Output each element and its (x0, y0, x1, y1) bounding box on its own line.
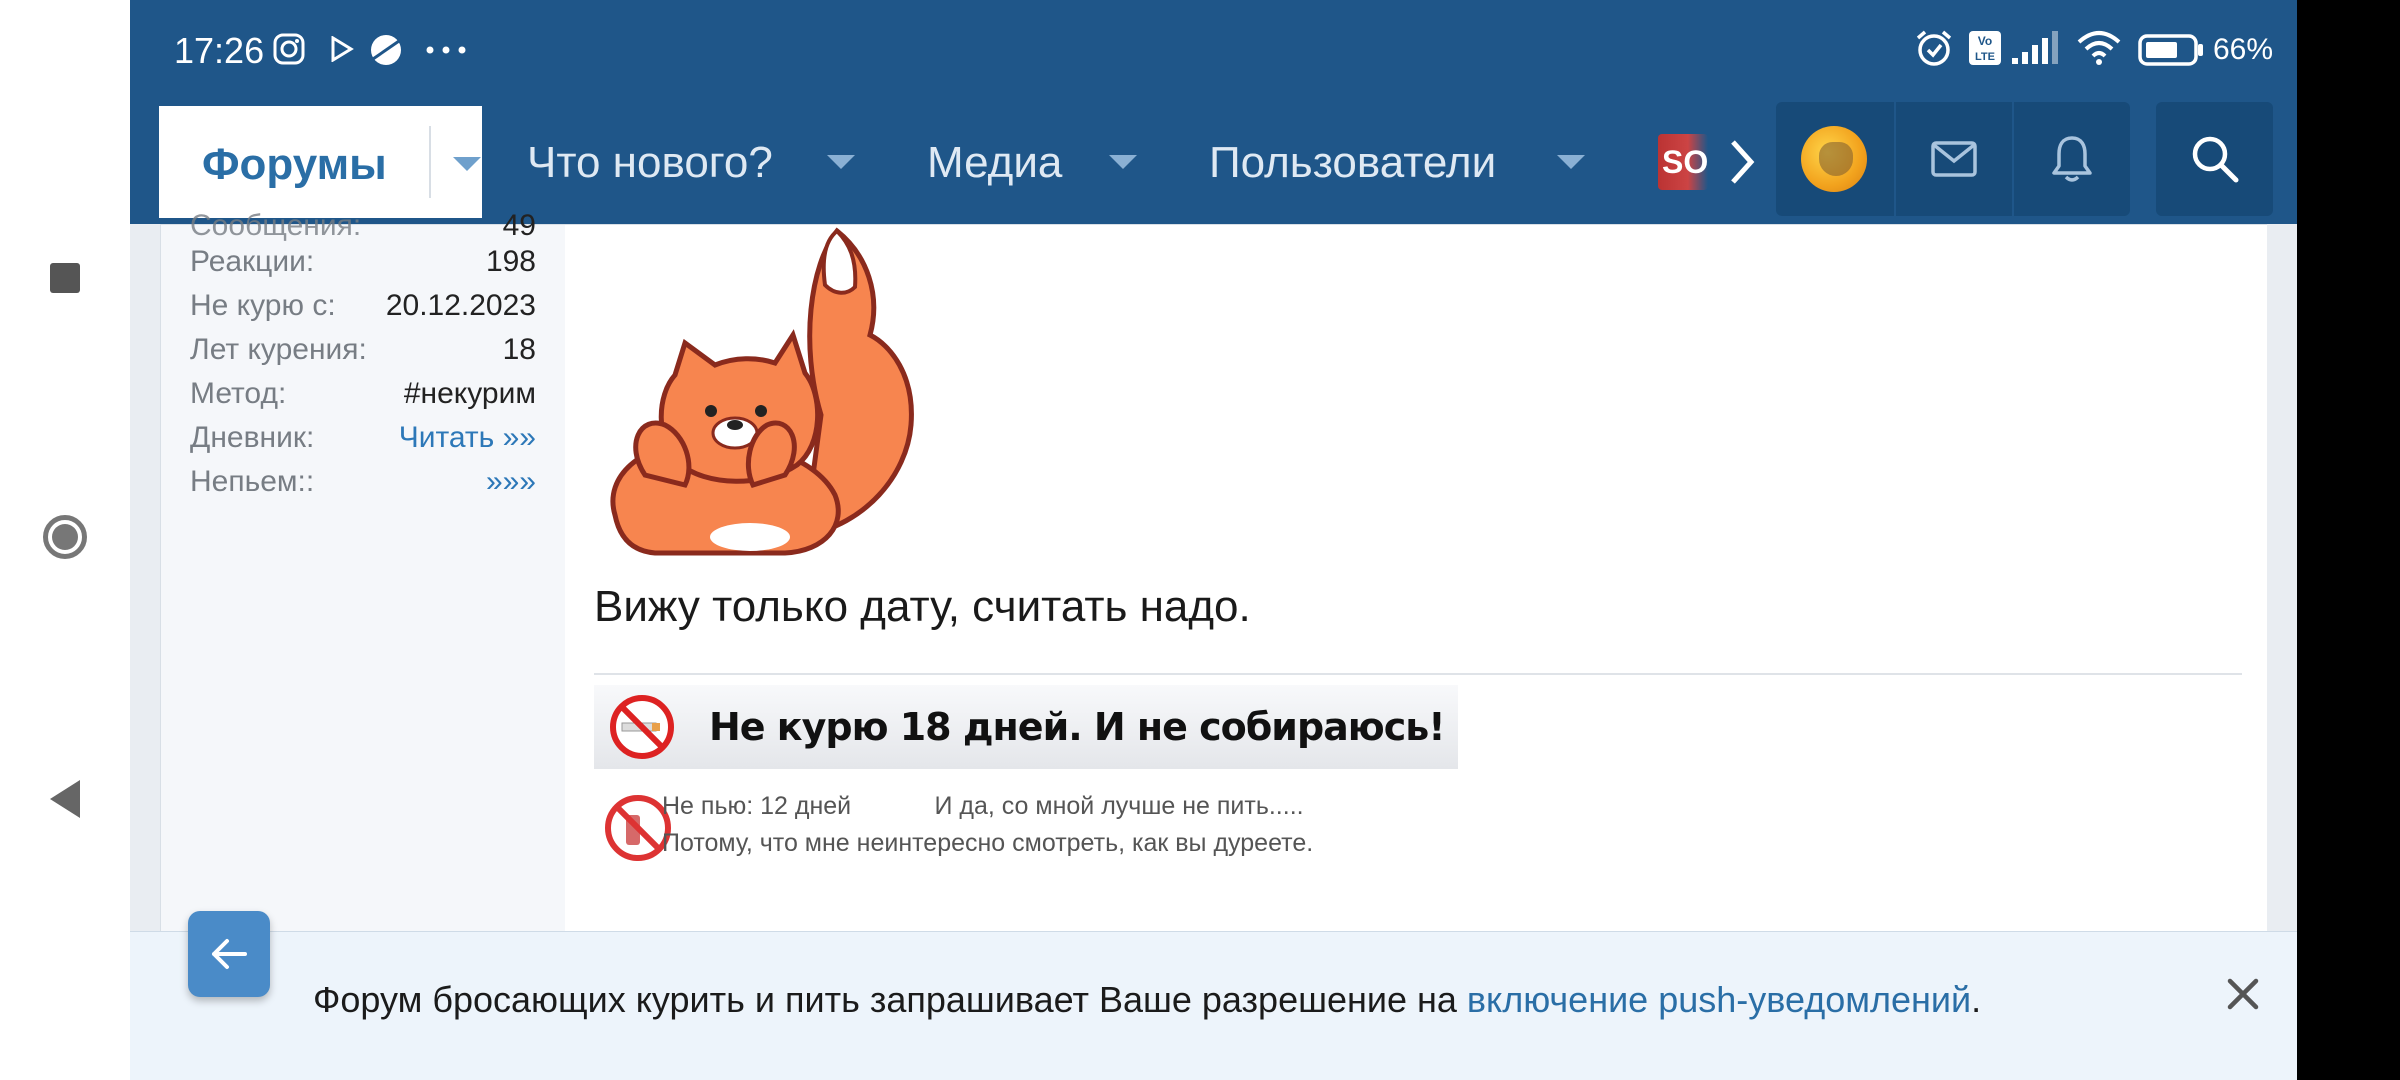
search-icon (2192, 136, 2238, 183)
tab-forums[interactable]: Форумы (159, 106, 482, 218)
close-icon[interactable] (2226, 977, 2260, 1011)
nodrink-link[interactable]: »»» (486, 465, 536, 499)
search-button[interactable] (2156, 102, 2273, 216)
forum-navigation: Форумы Что нового? Медиа Пользователи SO (130, 100, 2297, 224)
chevron-down-icon[interactable] (827, 155, 855, 169)
wifi-icon (2077, 31, 2121, 65)
cat-sticker-image (610, 227, 914, 556)
banner-text: Не курю 18 дней. И не собираюсь! (709, 705, 1446, 749)
tab-partial-so[interactable]: SO (1658, 134, 1708, 190)
tab-users[interactable]: Пользователи (1209, 138, 1496, 188)
tab-media[interactable]: Медиа (927, 138, 1062, 188)
mail-icon (1931, 141, 1977, 177)
bell-icon (2052, 136, 2092, 182)
alerts-button[interactable] (2014, 102, 2130, 216)
post-text: Вижу только дату, считать надо. (594, 582, 1251, 631)
diary-link[interactable]: Читать »» (399, 421, 536, 455)
info-row: Лет курения: 18 (190, 333, 536, 366)
browser-screen: 17:26 Vo LTE 66% Форумы Что нового? Меди… (130, 0, 2297, 1080)
info-row: Реакции: 198 (190, 245, 536, 278)
inbox-button[interactable] (1896, 102, 2012, 216)
planet-icon (371, 35, 401, 65)
chevron-down-icon[interactable] (453, 157, 481, 171)
user-controls (1776, 102, 2130, 216)
chevron-down-icon[interactable] (1109, 155, 1137, 169)
recent-apps-icon[interactable] (50, 263, 80, 293)
instagram-icon (273, 33, 305, 65)
svg-text:Vo: Vo (1978, 34, 1992, 48)
android-nav-bar (0, 0, 130, 1080)
screen-edge (2297, 0, 2400, 1080)
back-button[interactable] (188, 911, 270, 997)
battery-percent: 66% (2212, 33, 2273, 66)
info-row: Не курю с: 20.12.2023 (190, 289, 536, 322)
push-notice-text: Форум бросающих курить и пить запрашивае… (313, 979, 1982, 1020)
signature-divider (594, 673, 2242, 675)
info-row-diary: Дневник: Читать »» (190, 421, 536, 455)
signature-line: Потому, что мне неинтересно смотреть, ка… (662, 829, 1314, 857)
enable-push-link[interactable]: включение push-уведомлений (1467, 979, 1971, 1020)
avatar (1801, 126, 1867, 192)
info-row-nodrink: Непьем:: »»» (190, 465, 536, 499)
tab-whats-new[interactable]: Что нового? (527, 138, 773, 188)
alarm-icon (1916, 30, 1952, 66)
more-dots-icon (426, 46, 466, 54)
tab-forums-label: Форумы (202, 140, 387, 189)
clock: 17:26 (174, 30, 265, 71)
info-row: Метод: #некурим (190, 377, 536, 410)
no-smoking-banner: Не курю 18 дней. И не собираюсь! (594, 685, 1458, 769)
signature-line: Не пью: 12 дней И да, со мной лучше не п… (662, 792, 1304, 820)
tab-divider (429, 126, 431, 198)
back-icon[interactable] (50, 780, 80, 818)
svg-text:LTE: LTE (1975, 51, 1995, 63)
info-row-messages-partial: Сообщения: 49 (190, 209, 536, 242)
signal-icon (2012, 31, 2058, 64)
status-bar: 17:26 Vo LTE 66% (130, 0, 2297, 100)
chevron-down-icon[interactable] (1557, 155, 1585, 169)
no-smoking-icon (610, 695, 674, 759)
push-notification-bar: Форум бросающих курить и пить запрашивае… (130, 931, 2297, 1080)
account-button[interactable] (1776, 102, 1892, 216)
home-icon[interactable] (43, 515, 87, 559)
battery-icon (2138, 34, 2203, 66)
play-store-icon (331, 36, 354, 62)
arrow-left-icon (212, 939, 247, 969)
chevron-right-icon[interactable] (1725, 136, 1759, 188)
volte-icon: Vo LTE (1969, 31, 2001, 65)
